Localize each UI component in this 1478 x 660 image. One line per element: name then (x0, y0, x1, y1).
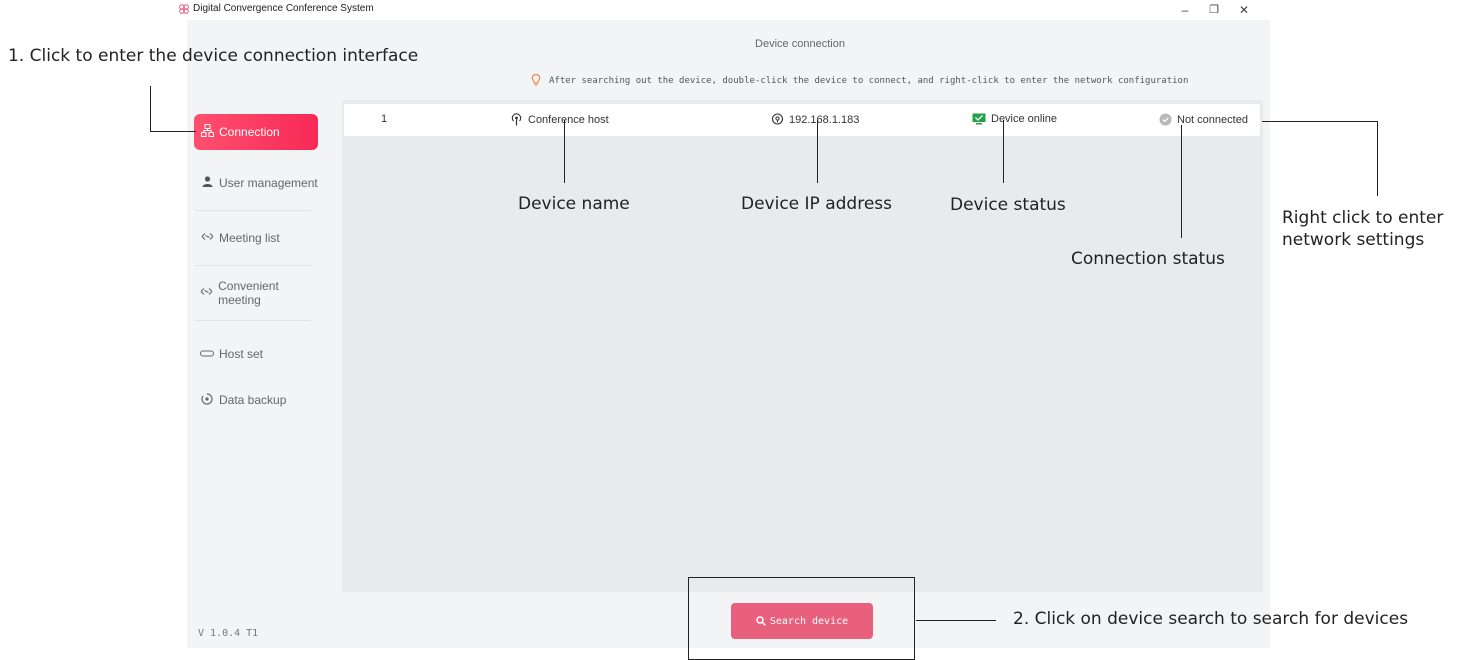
annotation-connector (150, 86, 151, 132)
sidebar-item-connection[interactable]: Connection (194, 114, 318, 150)
device-ip: 192.168.1.183 (789, 113, 860, 126)
sidebar-item-user-management[interactable]: User management (194, 166, 318, 200)
convenient-meeting-icon (200, 286, 213, 300)
annotation-connection-status: Connection status (1071, 249, 1225, 269)
location-pin-icon (771, 113, 784, 125)
close-button[interactable]: ✕ (1236, 2, 1252, 18)
sidebar-item-label: User management (219, 176, 318, 190)
annotation-device-name: Device name (518, 194, 630, 214)
annotation-connector (916, 620, 996, 621)
device-ip-cell: 192.168.1.183 (771, 113, 859, 126)
sidebar-item-label: Connection (219, 125, 280, 139)
annotation-connector (1377, 121, 1378, 196)
device-status-cell: Device online (972, 113, 1057, 125)
annotation-step1: 1. Click to enter the device connection … (8, 46, 419, 66)
device-name-cell: Conference host (510, 113, 609, 126)
device-status: Device online (991, 113, 1058, 125)
sidebar-item-meeting-list[interactable]: Meeting list (194, 221, 318, 255)
page-title: Device connection (755, 38, 845, 50)
sidebar-divider (195, 210, 311, 211)
antenna-icon (511, 113, 522, 126)
annotation-right-click-line2: network settings (1282, 230, 1425, 250)
annotation-connector (1181, 125, 1182, 238)
version-label: V 1.0.4 T1 (198, 628, 259, 639)
sidebar-item-convenient-meeting[interactable]: Convenient meeting (194, 276, 318, 310)
annotation-device-status: Device status (950, 195, 1066, 215)
app-logo-icon (179, 4, 189, 14)
minimize-button[interactable]: – (1177, 2, 1193, 18)
sidebar-item-label: Meeting list (219, 231, 280, 245)
lightbulb-icon (531, 73, 541, 86)
sidebar-item-label: Host set (219, 347, 264, 361)
tip-text: After searching out the device, double-c… (549, 76, 1189, 86)
check-circle-icon (1159, 113, 1172, 126)
device-list-panel (342, 100, 1263, 592)
annotation-step2: 2. Click on device search to search for … (1013, 609, 1409, 629)
sidebar-divider (195, 320, 311, 321)
annotation-connector (1262, 121, 1378, 122)
data-backup-icon (200, 392, 214, 408)
device-index: 1 (381, 113, 388, 125)
connection-icon (200, 124, 214, 140)
sidebar-item-label: Convenient meeting (218, 279, 279, 307)
annotation-connector (150, 131, 196, 132)
annotation-highlight-box (688, 577, 915, 660)
annotation-right-click: Right click to enter (1282, 208, 1444, 228)
user-icon (200, 176, 214, 190)
host-set-icon (200, 348, 214, 360)
annotation-connector (564, 120, 565, 183)
annotation-device-ip: Device IP address (741, 194, 892, 214)
window-title: Digital Convergence Conference System (193, 3, 374, 14)
sidebar-divider (195, 265, 311, 266)
device-name: Conference host (528, 113, 609, 126)
sidebar-item-label: Data backup (219, 393, 287, 407)
sidebar-item-host-set[interactable]: Host set (194, 337, 318, 371)
connection-status-cell: Not connected (1159, 113, 1248, 126)
connection-status: Not connected (1177, 113, 1248, 126)
restore-button[interactable]: ❐ (1206, 2, 1222, 18)
monitor-online-icon (972, 113, 986, 125)
sidebar-item-data-backup[interactable]: Data backup (194, 383, 318, 417)
annotation-connector (1003, 120, 1004, 183)
annotation-connector (817, 120, 818, 183)
meeting-list-icon (200, 231, 214, 245)
